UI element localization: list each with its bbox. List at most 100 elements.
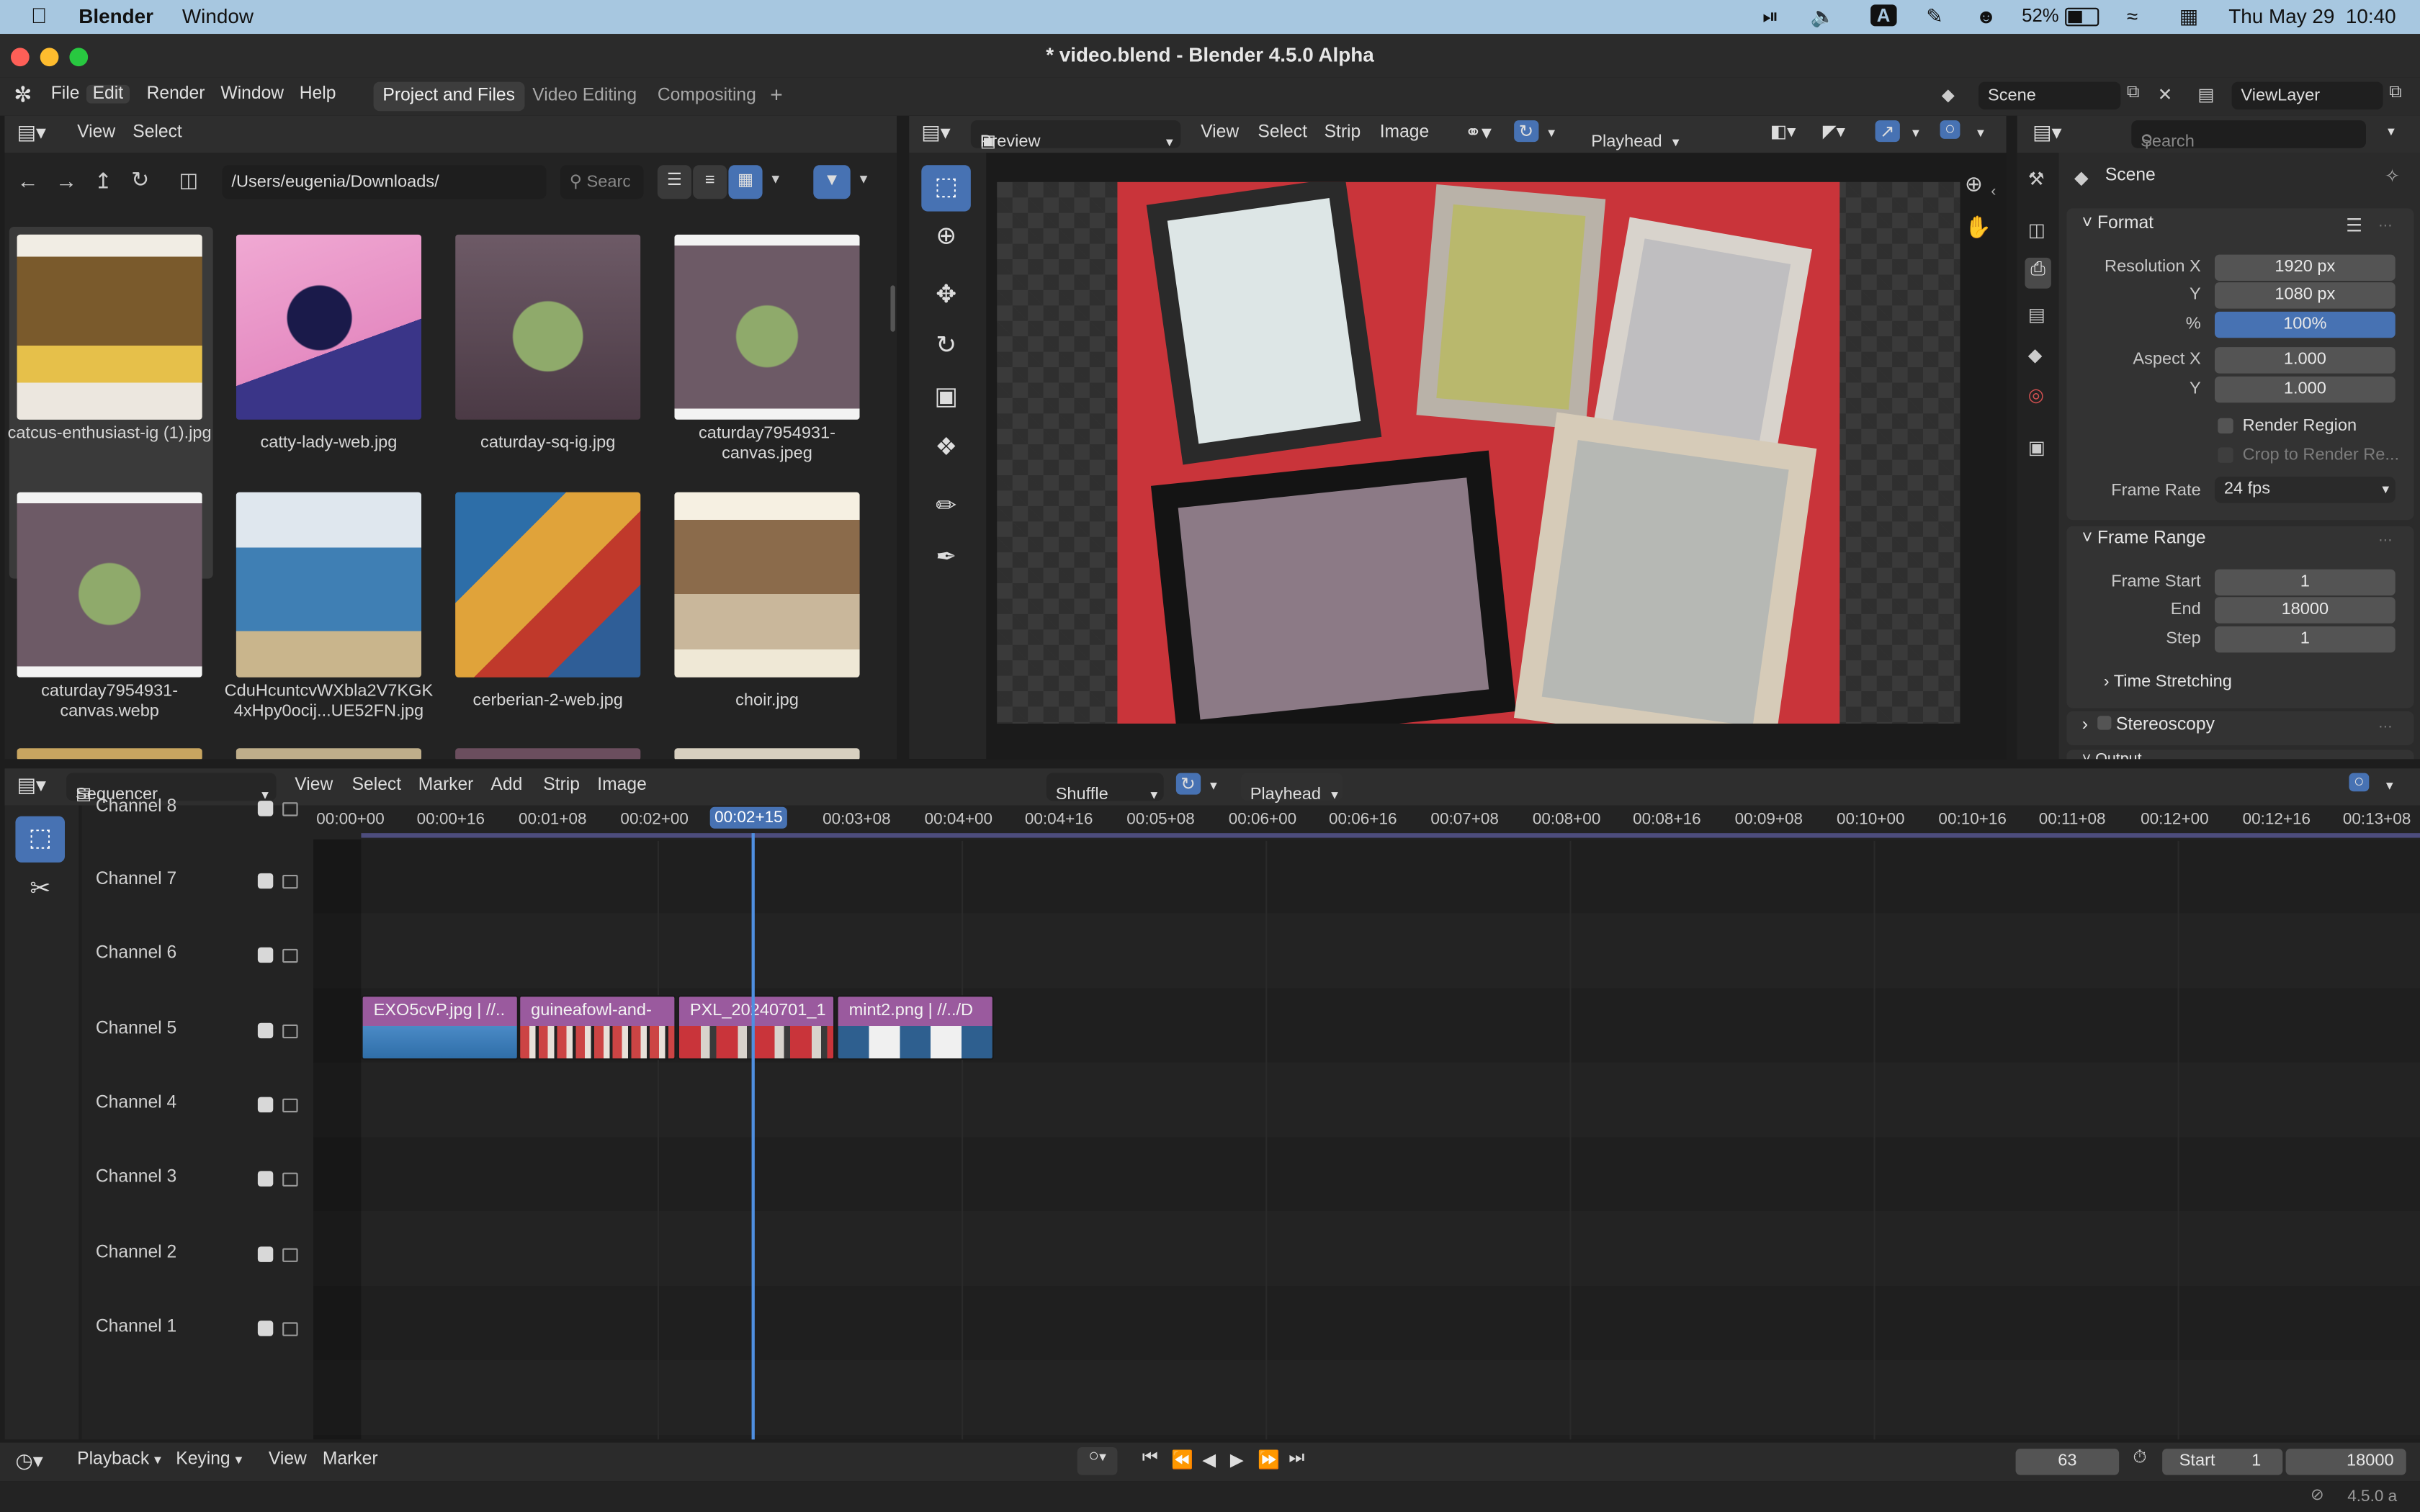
channel-label[interactable]: Channel 6: [96, 944, 176, 963]
display-list-horizontal-button[interactable]: ≡: [693, 165, 727, 199]
file-name[interactable]: caturday-sq-ig.jpg: [440, 433, 656, 454]
file-thumbnail[interactable]: [674, 234, 860, 420]
format-panel-header[interactable]: ˅ Format: [2082, 215, 2154, 233]
channel-mute-checkbox[interactable]: [257, 801, 274, 816]
world-tab-icon[interactable]: ◎: [2028, 384, 2044, 406]
crop-checkbox[interactable]: [2218, 447, 2233, 463]
menu-window[interactable]: Window: [220, 85, 284, 104]
channel-mute-checkbox[interactable]: [257, 1246, 274, 1262]
properties-search-field[interactable]: ⚲ Search: [2131, 120, 2366, 151]
output-panel-header[interactable]: ˅ Output: [2082, 752, 2142, 760]
overlay-toggle-icon[interactable]: ↗: [1875, 120, 1900, 143]
channel-label[interactable]: Channel 2: [96, 1243, 176, 1262]
timeline-menu-marker[interactable]: Marker: [323, 1450, 378, 1469]
tab-compositing[interactable]: Compositing: [648, 82, 766, 112]
jump-to-start-icon[interactable]: ⏮: [1142, 1449, 1158, 1469]
annotate-tool[interactable]: ✒: [921, 536, 971, 582]
presets-icon[interactable]: ☰: [2346, 215, 2362, 236]
drag-handle-icon[interactable]: ⋯: [2378, 217, 2392, 235]
preview-menu-select[interactable]: Select: [1258, 123, 1307, 142]
menubar-app-name[interactable]: Blender: [79, 4, 153, 27]
play-reverse-icon[interactable]: ◀: [1202, 1449, 1216, 1470]
channel-mute-checkbox[interactable]: [257, 1320, 274, 1336]
new-scene-icon[interactable]: ⧉: [2127, 84, 2140, 104]
auto-keying-icon[interactable]: ○▾: [1077, 1446, 1118, 1475]
display-channels-icon[interactable]: ◧▾: [1770, 120, 1796, 142]
preview-canvas[interactable]: [997, 181, 1960, 724]
channel-mute-checkbox[interactable]: [257, 1171, 274, 1187]
back-icon[interactable]: ←: [17, 168, 39, 193]
sequencer-menu-marker[interactable]: Marker: [418, 776, 474, 795]
image-strip[interactable]: PXL_20240701_1: [677, 995, 835, 1061]
select-tool[interactable]: ⬚: [15, 816, 65, 863]
play-icon[interactable]: ▶: [1230, 1449, 1244, 1470]
current-time-indicator[interactable]: 00:02+15: [709, 806, 788, 829]
scene-tab-icon[interactable]: ◆: [2028, 344, 2043, 366]
stereoscopy-checkbox[interactable]: [2097, 716, 2112, 730]
timeline-menu-view[interactable]: View: [269, 1450, 307, 1469]
play-status-icon[interactable]: ⏯: [1762, 4, 1778, 29]
lock-icon[interactable]: [282, 1322, 298, 1336]
lock-icon[interactable]: [282, 948, 298, 963]
channel-label[interactable]: Channel 4: [96, 1094, 176, 1112]
drag-handle-icon[interactable]: ⋯: [2378, 532, 2392, 549]
pin-icon[interactable]: ✧: [2385, 165, 2401, 186]
file-thumbnail[interactable]: [455, 748, 641, 760]
file-thumbnail[interactable]: [236, 748, 421, 760]
delete-scene-icon[interactable]: ✕: [2158, 84, 2173, 105]
sample-tool[interactable]: ✏: [921, 485, 971, 531]
file-name[interactable]: catcus-enthusiast-ig (1).jpg: [4, 424, 218, 444]
file-name[interactable]: caturday7954931-canvas.webp: [4, 682, 218, 722]
start-frame-field[interactable]: Start 1: [2162, 1449, 2283, 1475]
overlap-mode-selector[interactable]: Shuffle ▾: [1046, 773, 1164, 804]
blade-tool[interactable]: ✂: [15, 867, 65, 913]
menu-edit[interactable]: Edit: [86, 84, 130, 104]
sequencer-menu-view[interactable]: View: [295, 776, 333, 795]
channel-mute-checkbox[interactable]: [257, 947, 274, 963]
user-icon[interactable]: ☻: [1976, 4, 1996, 27]
add-workspace-icon[interactable]: +: [770, 82, 783, 107]
image-strip[interactable]: EXO5cvP.jpg | //..: [361, 995, 519, 1061]
file-name[interactable]: cerberian-2-web.jpg: [440, 691, 656, 711]
resolution-y-field[interactable]: 1080 px: [2215, 282, 2396, 309]
preview-menu-image[interactable]: Image: [1380, 123, 1430, 142]
preview-mode-selector[interactable]: ▣ Preview ▾: [970, 120, 1181, 151]
file-thumbnail[interactable]: [674, 748, 860, 760]
menu-render[interactable]: Render: [147, 85, 205, 104]
refresh-icon[interactable]: ↻: [131, 166, 149, 192]
tools-icon[interactable]: ✎: [1926, 4, 1942, 29]
new-view-layer-icon[interactable]: ⧉: [2389, 84, 2402, 104]
output-tab-icon[interactable]: ⎙: [2025, 257, 2051, 289]
properties-options-icon[interactable]: ▾: [2388, 123, 2395, 140]
sequencer-timeline-area[interactable]: [313, 839, 2420, 1440]
channel-label[interactable]: Channel 3: [96, 1168, 176, 1187]
scene-icon[interactable]: ◆: [1942, 85, 1963, 107]
wifi-icon[interactable]: ≈: [2127, 4, 2138, 27]
lock-icon[interactable]: [282, 1098, 298, 1112]
control-center-icon[interactable]: ▦: [2179, 4, 2198, 29]
shading-dropdown-icon[interactable]: ▾: [1977, 125, 1984, 143]
snap-dropdown-icon[interactable]: ▾: [1210, 778, 1217, 795]
overlay-toggle-icon[interactable]: ○: [2349, 773, 2370, 792]
lock-icon[interactable]: [282, 875, 298, 889]
viewport-shading-icon[interactable]: ○: [1940, 120, 1960, 139]
resolution-percent-field[interactable]: 100%: [2215, 311, 2396, 338]
volume-icon[interactable]: 🔈: [1811, 4, 1836, 29]
file-name[interactable]: catty-lady-web.jpg: [220, 433, 436, 454]
channel-mute-checkbox[interactable]: [257, 1097, 274, 1112]
filter-dropdown-icon[interactable]: ▾: [860, 171, 868, 189]
channel-label[interactable]: Channel 8: [96, 798, 176, 816]
playhead-line[interactable]: [751, 833, 755, 1440]
preview-menu-view[interactable]: View: [1201, 123, 1239, 142]
file-thumbnail[interactable]: [455, 234, 641, 420]
forward-icon[interactable]: →: [55, 168, 77, 193]
time-stretching-subpanel[interactable]: › Time Stretching: [2104, 672, 2232, 691]
current-frame-field[interactable]: 63: [2015, 1449, 2120, 1475]
transform-tool[interactable]: ❖: [921, 426, 971, 472]
rotate-tool[interactable]: ↻: [921, 324, 971, 370]
editor-type-icon[interactable]: ◷▾: [15, 1449, 42, 1473]
image-strip[interactable]: guineafowl-and-: [519, 995, 676, 1061]
parent-directory-icon[interactable]: ↥: [94, 168, 112, 194]
file-thumbnail[interactable]: [236, 234, 421, 420]
file-browser-scrollbar[interactable]: [890, 285, 895, 332]
